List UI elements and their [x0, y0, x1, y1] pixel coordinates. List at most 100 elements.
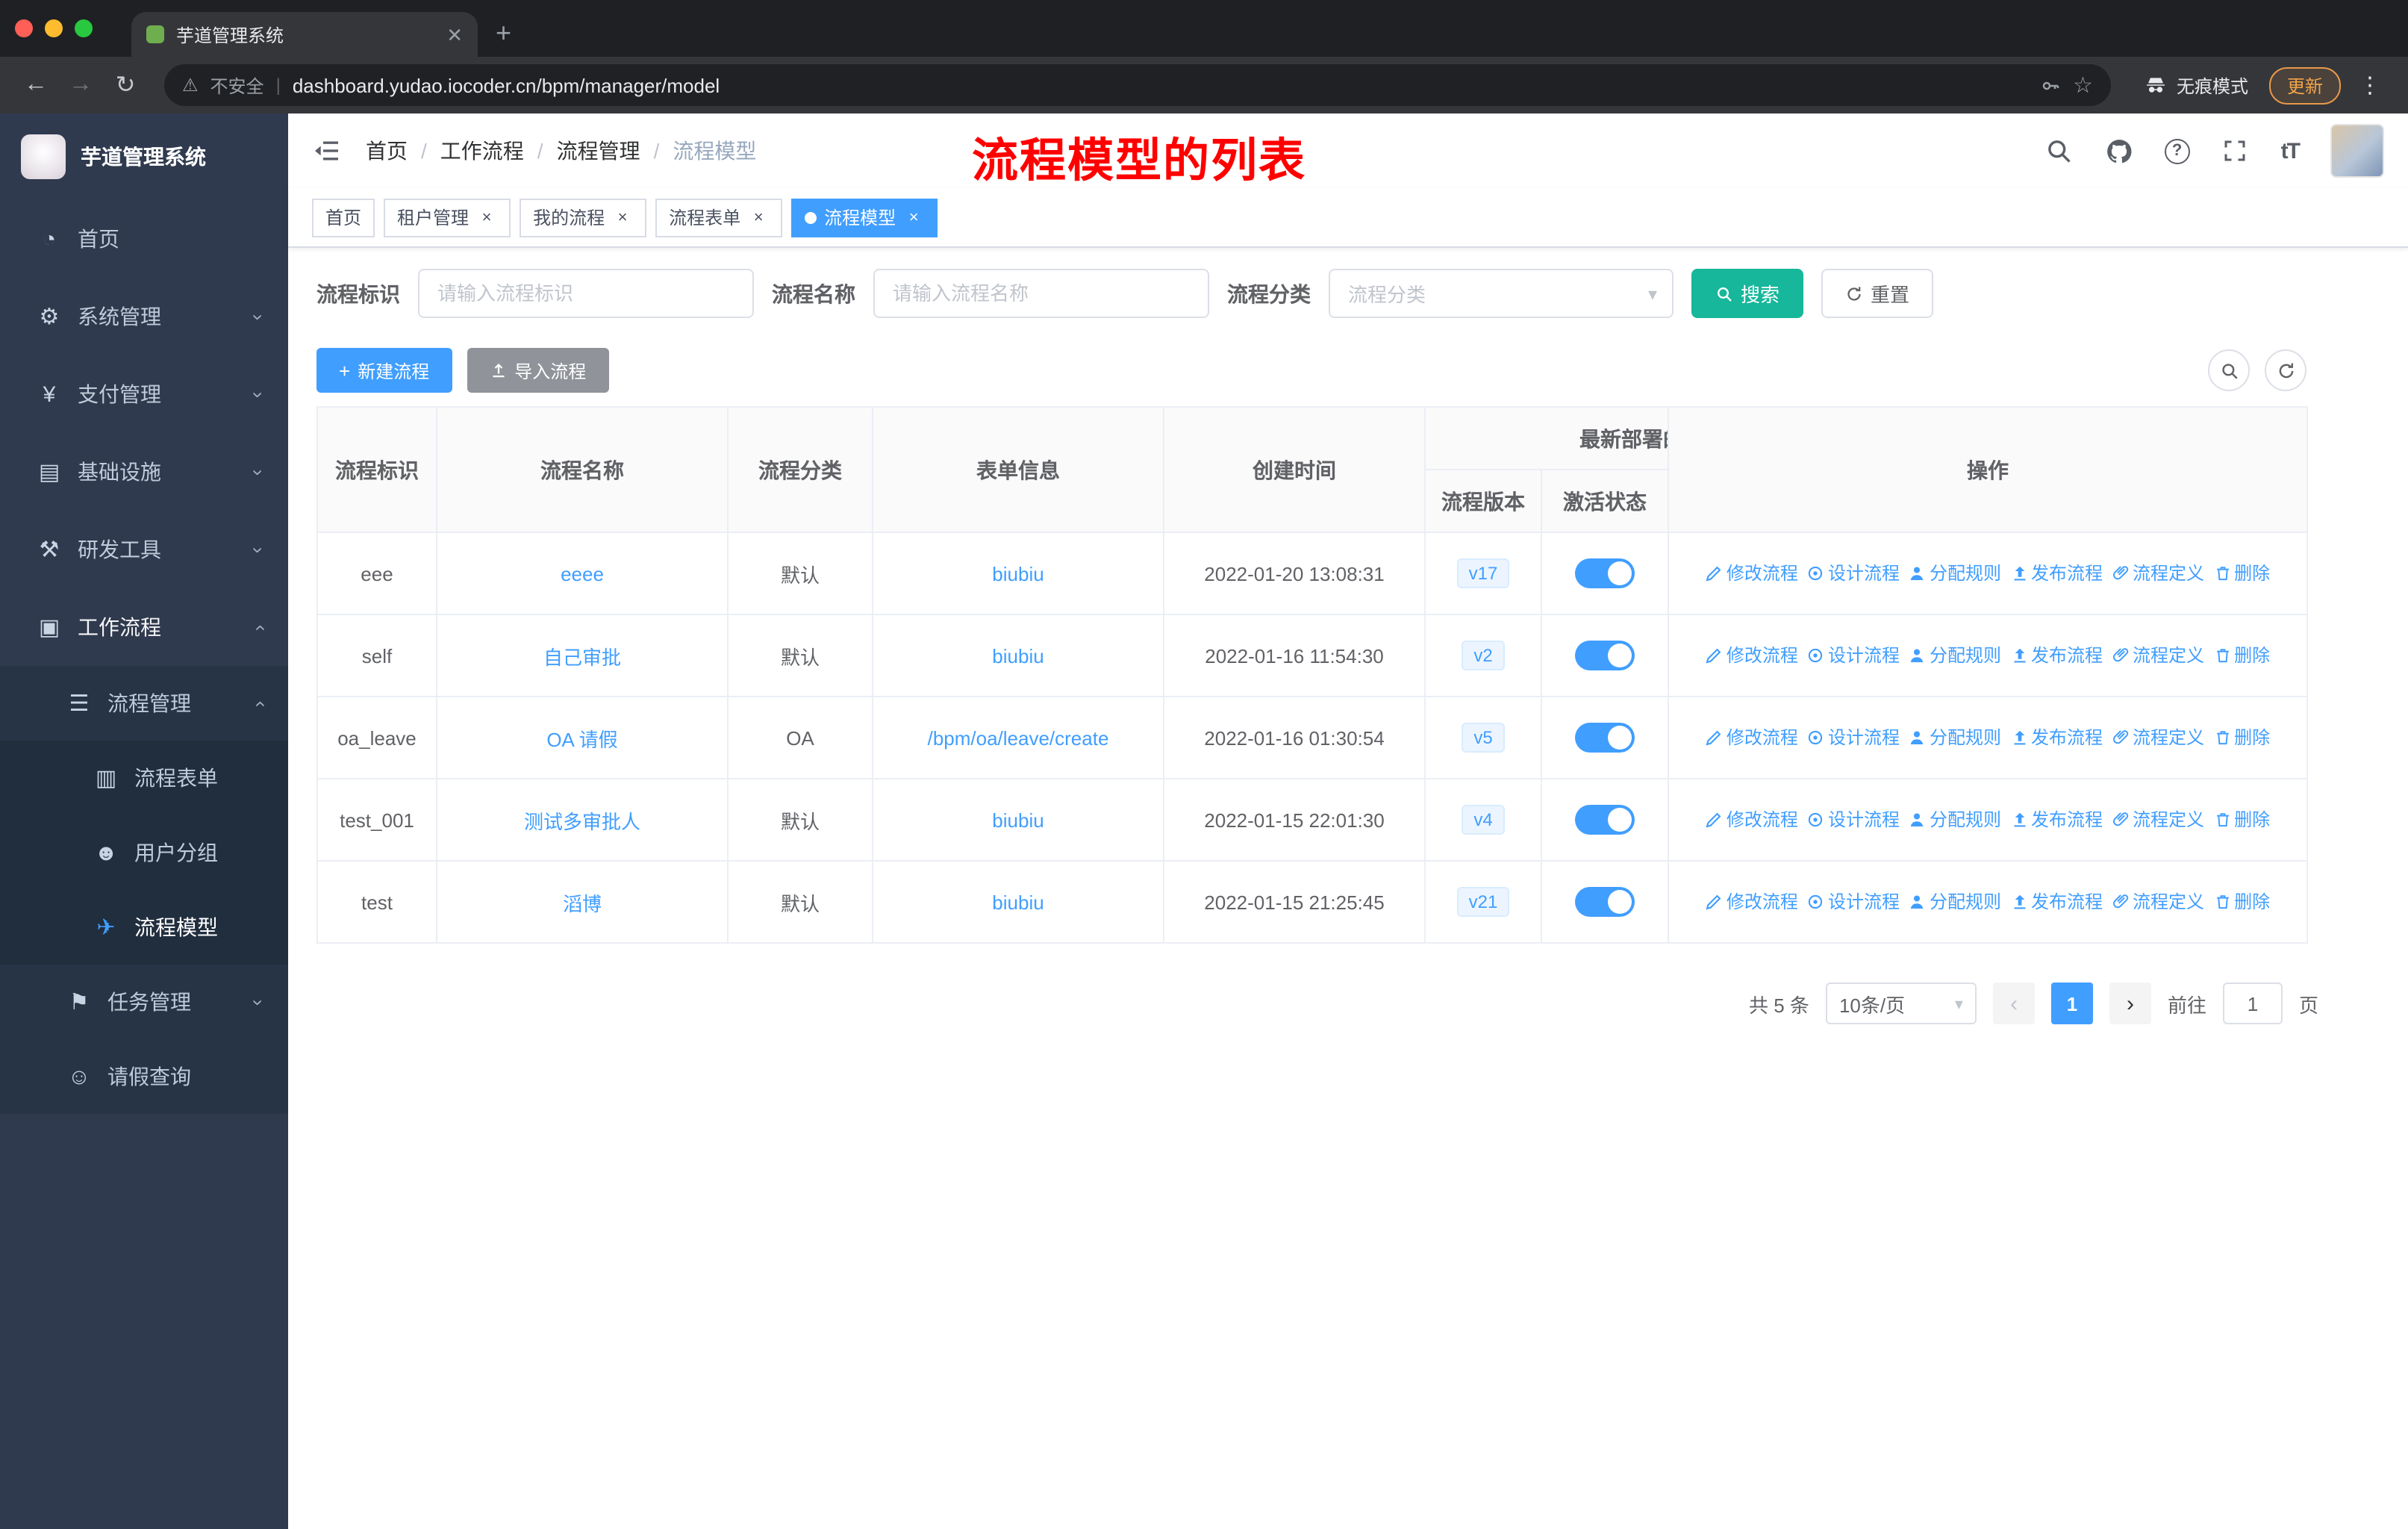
page-size-select[interactable]: 10条/页 ▾ [1825, 983, 1977, 1024]
goto-page-input[interactable] [2222, 983, 2283, 1024]
action-design-link[interactable]: 设计流程 [1807, 725, 1900, 750]
sidebar-item-2[interactable]: ⚙ 系统管理 › [0, 278, 288, 355]
active-status-toggle[interactable] [1575, 805, 1635, 835]
action-trash-link[interactable]: 删除 [2213, 725, 2270, 750]
avatar[interactable] [2330, 124, 2384, 178]
action-edit-link[interactable]: 修改流程 [1706, 807, 1798, 832]
next-page-button[interactable]: › [2109, 983, 2151, 1024]
maximize-window-button[interactable] [75, 19, 93, 37]
app-logo-row[interactable]: 芋道管理系统 [0, 113, 288, 200]
sidebar-item-4[interactable]: ▤ 基础设施 › [0, 433, 288, 511]
action-trash-link[interactable]: 删除 [2213, 643, 2270, 668]
action-publish-link[interactable]: 发布流程 [2010, 643, 2103, 668]
form-info-link[interactable]: biubiu [992, 809, 1044, 831]
refresh-table-button[interactable] [2265, 349, 2306, 391]
prev-page-button[interactable]: ‹ [1992, 983, 2035, 1024]
password-key-icon[interactable] [2039, 74, 2061, 96]
action-publish-link[interactable]: 发布流程 [2010, 889, 2103, 915]
form-info-link[interactable]: /bpm/oa/leave/create [928, 726, 1109, 749]
help-icon[interactable]: ? [2164, 138, 2190, 164]
minimize-window-button[interactable] [45, 19, 63, 37]
action-trash-link[interactable]: 删除 [2213, 889, 2270, 915]
sidebar-item-10[interactable]: ✈ 流程模型 [0, 890, 288, 965]
process-name-link[interactable]: 测试多审批人 [524, 810, 640, 832]
active-status-toggle[interactable] [1575, 723, 1635, 753]
action-assign-user-link[interactable]: 分配规则 [1909, 807, 2001, 832]
tag-1[interactable]: 首页 [312, 198, 375, 237]
reset-button[interactable]: 重置 [1821, 269, 1934, 318]
process-name-link[interactable]: OA 请假 [546, 728, 617, 750]
close-window-button[interactable] [15, 19, 33, 37]
search-button[interactable]: 搜索 [1691, 269, 1804, 318]
sidebar-item-1[interactable]: ◔ 首页 [0, 200, 288, 278]
action-design-link[interactable]: 设计流程 [1807, 807, 1900, 832]
sidebar-item-3[interactable]: ¥ 支付管理 › [0, 355, 288, 433]
fullscreen-icon[interactable] [2221, 137, 2250, 165]
reload-icon[interactable]: ↻ [107, 70, 143, 100]
tag-close-icon[interactable]: × [903, 207, 924, 228]
back-icon[interactable]: ← [18, 72, 54, 99]
action-paperclip-link[interactable]: 流程定义 [2112, 643, 2204, 668]
address-bar[interactable]: ⚠ 不安全 | dashboard.yudao.iocoder.cn/bpm/m… [164, 64, 2111, 106]
sidebar-item-12[interactable]: ☺ 请假查询 [0, 1039, 288, 1114]
action-design-link[interactable]: 设计流程 [1807, 643, 1900, 668]
action-assign-user-link[interactable]: 分配规则 [1909, 561, 2001, 586]
tab-close-icon[interactable]: ✕ [446, 25, 463, 44]
sidebar-item-7[interactable]: ☰ 流程管理 › [0, 666, 288, 741]
sidebar-item-11[interactable]: ⚑ 任务管理 › [0, 965, 288, 1039]
action-edit-link[interactable]: 修改流程 [1706, 643, 1798, 668]
browser-menu-icon[interactable]: ⋮ [2350, 72, 2390, 99]
action-publish-link[interactable]: 发布流程 [2010, 561, 2103, 586]
action-edit-link[interactable]: 修改流程 [1706, 889, 1798, 915]
active-status-toggle[interactable] [1575, 558, 1635, 588]
tag-close-icon[interactable]: × [476, 207, 497, 228]
process-name-link[interactable]: eeee [561, 562, 604, 585]
action-paperclip-link[interactable]: 流程定义 [2112, 807, 2204, 832]
form-info-link[interactable]: biubiu [992, 644, 1044, 667]
breadcrumb-item-3[interactable]: 流程管理 [557, 136, 640, 166]
process-category-select[interactable]: 流程分类 ▾ [1329, 269, 1674, 318]
tag-5[interactable]: 流程模型 × [791, 198, 938, 237]
tag-4[interactable]: 流程表单 × [655, 198, 783, 237]
action-paperclip-link[interactable]: 流程定义 [2112, 725, 2204, 750]
action-design-link[interactable]: 设计流程 [1807, 561, 1900, 586]
active-status-toggle[interactable] [1575, 641, 1635, 670]
action-edit-link[interactable]: 修改流程 [1706, 561, 1798, 586]
new-tab-button[interactable]: + [496, 18, 511, 49]
action-design-link[interactable]: 设计流程 [1807, 889, 1900, 915]
action-trash-link[interactable]: 删除 [2213, 561, 2270, 586]
process-id-input[interactable] [418, 269, 754, 318]
font-size-icon[interactable]: tT [2281, 138, 2301, 164]
collapse-sidebar-icon[interactable] [312, 136, 342, 166]
update-button[interactable]: 更新 [2268, 66, 2341, 104]
current-page-button[interactable]: 1 [2050, 983, 2093, 1024]
action-publish-link[interactable]: 发布流程 [2010, 807, 2103, 832]
search-icon[interactable] [2045, 137, 2074, 165]
breadcrumb-item-2[interactable]: 工作流程 [440, 136, 524, 166]
form-info-link[interactable]: biubiu [992, 891, 1044, 913]
action-assign-user-link[interactable]: 分配规则 [1909, 643, 2001, 668]
tag-close-icon[interactable]: × [748, 207, 769, 228]
action-paperclip-link[interactable]: 流程定义 [2112, 889, 2204, 915]
forward-icon[interactable]: → [63, 72, 99, 99]
process-name-input[interactable] [873, 269, 1209, 318]
sidebar-item-9[interactable]: ☻ 用户分组 [0, 815, 288, 890]
action-assign-user-link[interactable]: 分配规则 [1909, 889, 2001, 915]
browser-tab[interactable]: 芋道管理系统 ✕ [131, 12, 478, 57]
sidebar-item-8[interactable]: ▥ 流程表单 [0, 741, 288, 815]
tag-close-icon[interactable]: × [612, 207, 633, 228]
github-icon[interactable] [2105, 137, 2133, 165]
action-trash-link[interactable]: 删除 [2213, 807, 2270, 832]
sidebar-item-5[interactable]: ⚒ 研发工具 › [0, 511, 288, 588]
process-name-link[interactable]: 滔博 [563, 892, 602, 915]
sidebar-item-6[interactable]: ▣ 工作流程 › [0, 588, 288, 666]
tag-2[interactable]: 租户管理 × [384, 198, 511, 237]
show-search-toggle-button[interactable] [2208, 349, 2250, 391]
action-paperclip-link[interactable]: 流程定义 [2112, 561, 2204, 586]
import-process-button[interactable]: 导入流程 [467, 348, 609, 393]
action-edit-link[interactable]: 修改流程 [1706, 725, 1798, 750]
create-process-button[interactable]: + 新建流程 [316, 348, 452, 393]
form-info-link[interactable]: biubiu [992, 562, 1044, 585]
process-name-link[interactable]: 自己审批 [543, 646, 621, 668]
bookmark-star-icon[interactable]: ☆ [2073, 72, 2093, 99]
